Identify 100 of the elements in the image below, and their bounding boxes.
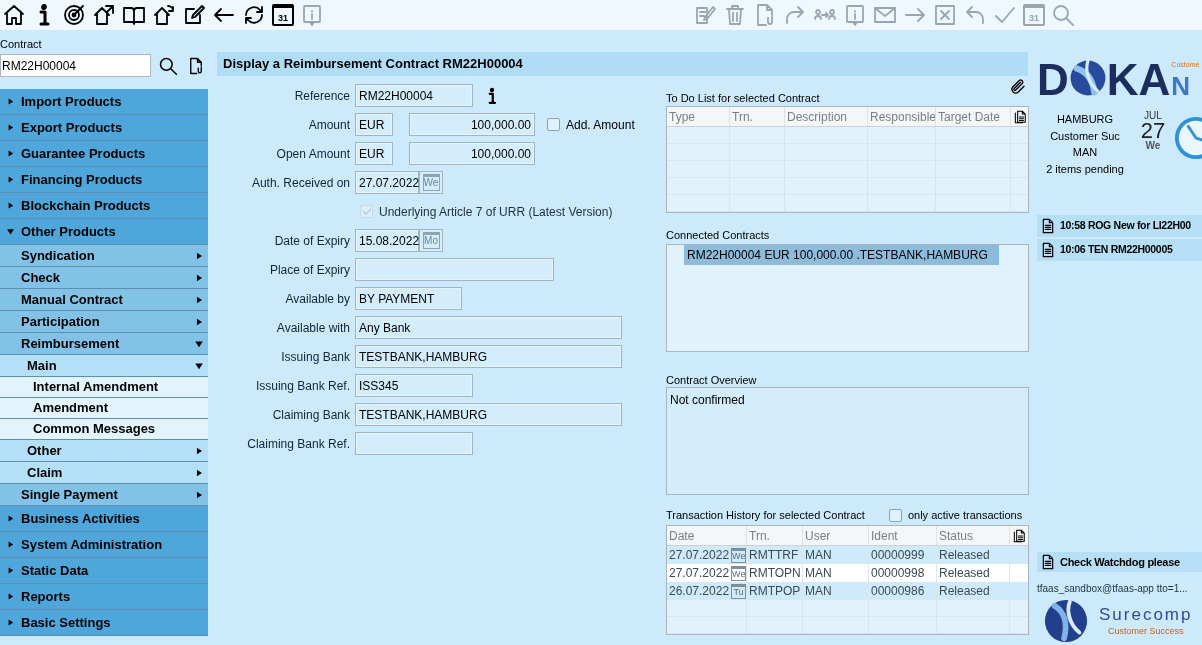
table-cell-text: 00000986 xyxy=(871,583,925,600)
checkbox-label: Add. Amount xyxy=(566,116,635,134)
user-info-text: Customer Suc xyxy=(1050,128,1120,144)
sidebar-item[interactable]: Manual Contract xyxy=(0,289,208,311)
sidebar-item[interactable]: Claim xyxy=(0,462,208,484)
globe-icon xyxy=(1068,59,1107,97)
column-header[interactable]: Ident xyxy=(869,526,937,545)
text-field[interactable] xyxy=(355,432,473,455)
table-cell-text: Released xyxy=(939,547,990,564)
field-label: Issuing Bank xyxy=(280,348,351,366)
checkbox[interactable] xyxy=(888,508,902,522)
notification-item[interactable]: 10:58 ROG New for LI22H00 xyxy=(1037,215,1202,237)
refresh-icon[interactable] xyxy=(242,3,266,27)
field-label: Amount xyxy=(307,116,351,134)
column-header[interactable]: Date xyxy=(667,526,747,545)
house-refresh-icon[interactable] xyxy=(152,3,176,27)
text-field[interactable]: Any Bank xyxy=(355,316,622,339)
checkbox-label: only active transactions xyxy=(907,507,1023,523)
sidebar-item[interactable]: Static Data xyxy=(0,558,208,584)
sidebar-item[interactable]: Reports xyxy=(0,584,208,610)
text-field[interactable] xyxy=(355,258,554,281)
overview-box[interactable]: Not confirmed xyxy=(666,387,1029,495)
sidebar-item[interactable]: Internal Amendment xyxy=(0,377,208,398)
column-header[interactable]: Description xyxy=(785,107,868,126)
notification-item[interactable]: Check Watchdog please xyxy=(1037,552,1202,572)
list-item[interactable]: RM22H00004 EUR 100,000.00 .TESTBANK,HAMBURG xyxy=(684,245,999,265)
text-field[interactable]: TESTBANK,HAMBURG xyxy=(355,403,622,426)
target-icon[interactable] xyxy=(62,3,86,27)
document-icon xyxy=(1040,218,1056,234)
text-field[interactable]: BY PAYMENT xyxy=(355,287,462,310)
sidebar-item[interactable]: Export Products xyxy=(0,115,208,141)
copy-icon[interactable] xyxy=(1012,527,1026,544)
table-cell-text: 26.07.2022 xyxy=(669,583,730,600)
date-field[interactable]: 15.08.2022 xyxy=(355,229,419,252)
table-cell-text: RMTTRF xyxy=(749,547,799,564)
amount-field[interactable]: 100,000.00 xyxy=(409,113,535,136)
date-widget: JUL 27 We xyxy=(1139,111,1167,151)
sidebar-item[interactable]: Amendment xyxy=(0,398,208,419)
section-label: Connected Contracts xyxy=(666,229,771,241)
sidebar-item[interactable]: Guarantee Products xyxy=(0,141,208,167)
column-header[interactable]: Trn. xyxy=(747,526,803,545)
table-cell-text: Released xyxy=(939,565,990,582)
sidebar-item[interactable]: Common Messages xyxy=(0,419,208,440)
sidebar-item[interactable]: System Administration xyxy=(0,532,208,558)
table-cell-text: 00000998 xyxy=(871,565,925,582)
page-title: Display a Reimbursement Contract RM22H00004 xyxy=(217,52,1028,76)
sidebar-item[interactable]: Participation xyxy=(0,311,208,333)
field-label: Place of Expiry xyxy=(268,261,351,279)
paperclip-icon[interactable] xyxy=(1009,78,1027,96)
edit-icon[interactable] xyxy=(182,3,206,27)
currency-field[interactable]: EUR xyxy=(355,142,393,165)
column-header[interactable]: Type xyxy=(667,107,730,126)
user-info-text: HAMBURG xyxy=(1056,112,1114,127)
text-field[interactable]: TESTBANK,HAMBURG xyxy=(355,345,622,368)
amount-field[interactable]: 100,000.00 xyxy=(409,142,535,165)
table-row[interactable]: 27.07.2022 We RMTOPN MAN 00000998 Released xyxy=(667,564,1028,582)
table-cell-text: MAN xyxy=(805,565,832,582)
document-clip-icon[interactable] xyxy=(187,56,205,75)
text-field[interactable]: ISS345 xyxy=(355,374,473,397)
checkbox[interactable] xyxy=(547,118,560,131)
table-row[interactable]: 26.07.2022 Tu RMTPOP MAN 00000986 Released xyxy=(667,582,1028,600)
sidebar-item[interactable]: Blockchain Products xyxy=(0,193,208,219)
column-header[interactable]: Responsible xyxy=(868,107,936,126)
column-header[interactable]: Trn. xyxy=(730,107,785,126)
column-header[interactable]: User xyxy=(803,526,869,545)
currency-field[interactable]: EUR xyxy=(355,113,393,136)
house-arrow-icon[interactable] xyxy=(92,3,116,27)
column-header[interactable]: Status xyxy=(937,526,1010,545)
sidebar-item[interactable]: Other xyxy=(0,440,208,462)
table-cell-text: RMTOPN xyxy=(749,565,801,582)
table-row[interactable]: 27.07.2022 We RMTTRF MAN 00000999 Released xyxy=(667,546,1028,564)
sidebar-item[interactable]: Single Payment xyxy=(0,484,208,506)
sidebar-item[interactable]: Import Products xyxy=(0,89,208,115)
table-cell-text: 27.07.2022 xyxy=(669,547,730,564)
sidebar-item[interactable]: Reimbursement xyxy=(0,333,208,355)
column-header[interactable]: Target Date xyxy=(936,107,1011,126)
home-icon[interactable] xyxy=(2,3,26,27)
user-info-text: 2 items pending xyxy=(1046,161,1124,177)
search-icon[interactable] xyxy=(158,55,178,76)
calendar-icon[interactable]: 31 xyxy=(272,4,294,26)
sidebar-item[interactable]: Check xyxy=(0,267,208,289)
notification-item[interactable]: 10:06 TEN RM22H00005 xyxy=(1037,239,1202,261)
sidebar-item[interactable]: Basic Settings xyxy=(0,610,208,636)
contract-field[interactable]: RM22H00004 xyxy=(0,54,151,77)
sidebar-item[interactable]: Syndication xyxy=(0,245,208,267)
field-label: Reference xyxy=(293,87,351,105)
sidebar-item[interactable]: Financing Products xyxy=(0,167,208,193)
section-label: Contract Overview xyxy=(666,374,758,386)
sidebar-item[interactable]: Business Activities xyxy=(0,506,208,532)
user-info-text: MAN xyxy=(1072,145,1098,160)
text-field[interactable]: RM22H00004 xyxy=(355,84,473,107)
table-cell-text: Released xyxy=(939,583,990,600)
date-field[interactable]: 27.07.2022 xyxy=(355,171,419,194)
table-cell-text: MAN xyxy=(805,547,832,564)
session-text: tfaas_sandbox@tfaas-app tto=1... xyxy=(1037,582,1189,596)
field-label: Open Amount xyxy=(275,145,351,163)
copy-icon[interactable] xyxy=(1012,108,1027,125)
field-label: Contract xyxy=(0,38,42,50)
sidebar-item[interactable]: Other Products xyxy=(0,219,208,245)
sidebar-item[interactable]: Main xyxy=(0,355,208,377)
